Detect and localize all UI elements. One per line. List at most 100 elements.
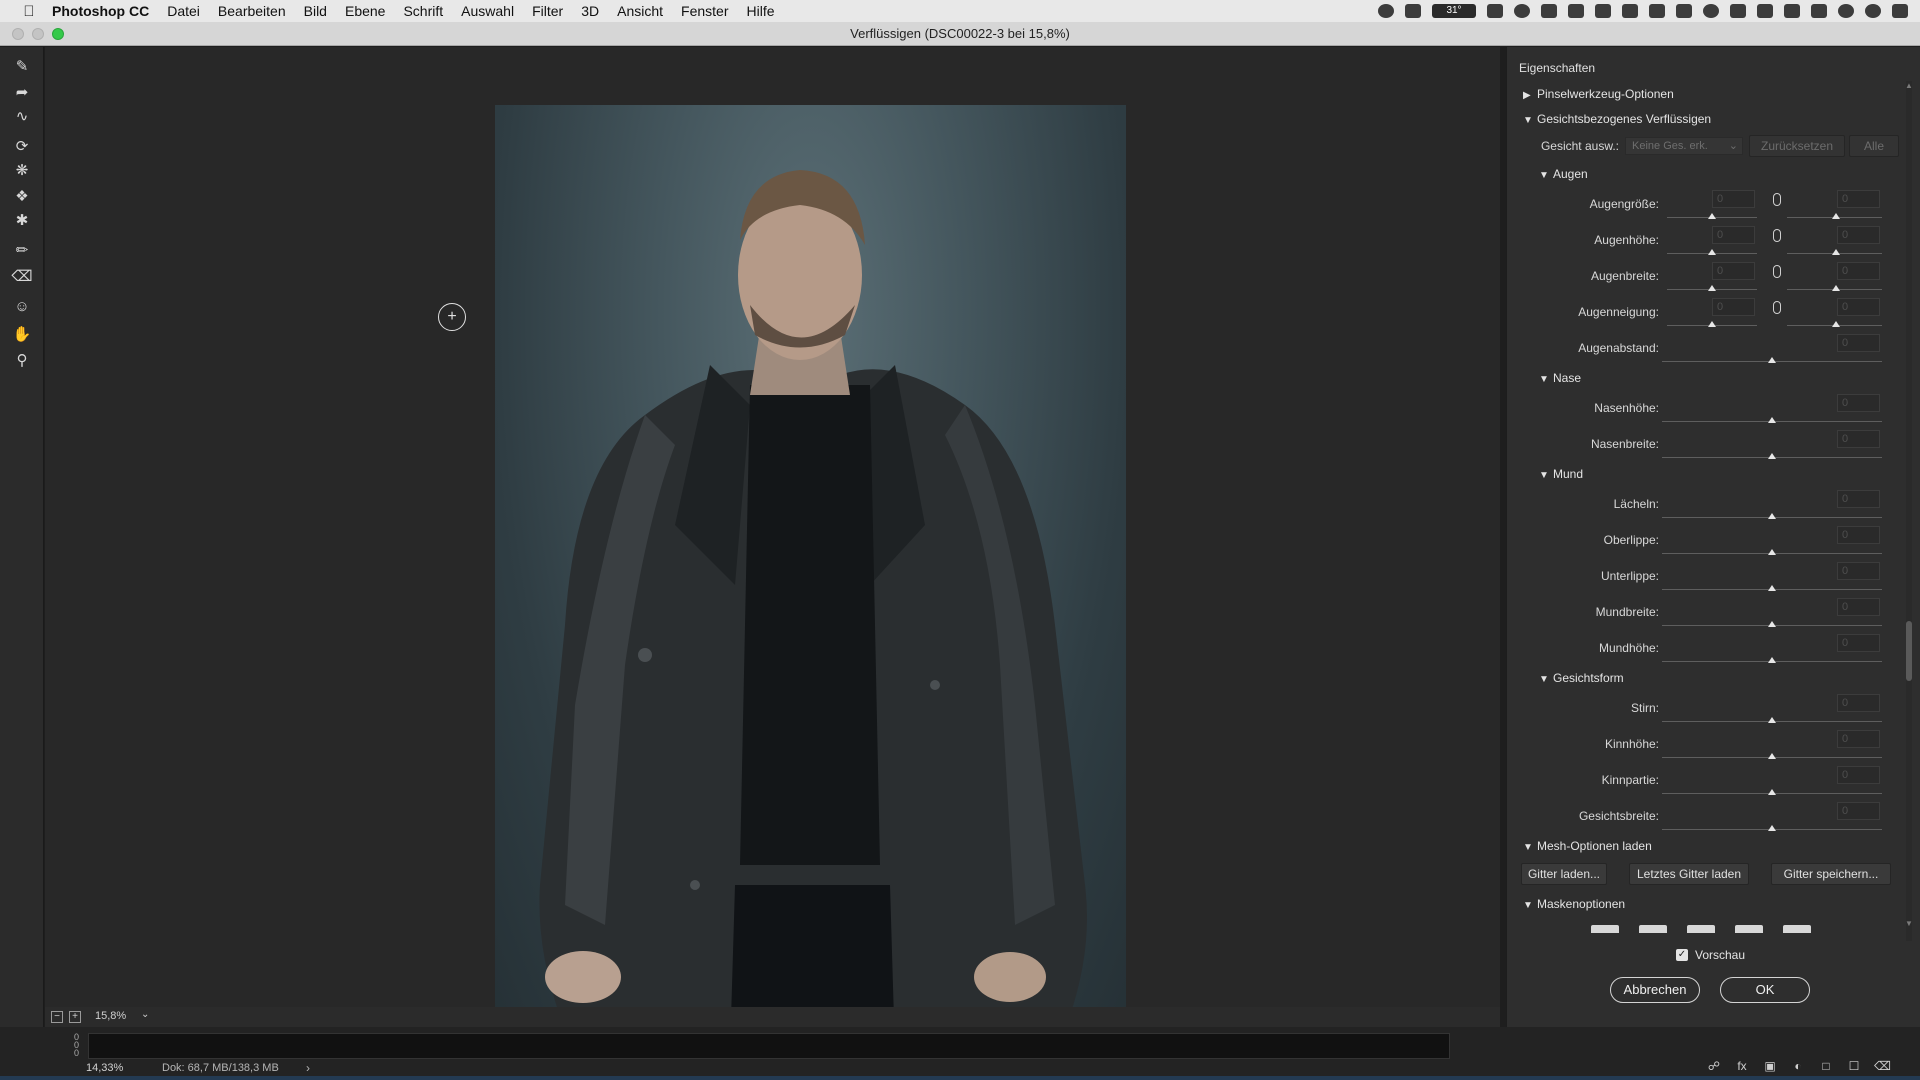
link-icon[interactable] (1773, 265, 1781, 278)
hd-icon[interactable] (1649, 4, 1665, 18)
eye-height-right-thumb[interactable] (1832, 249, 1840, 255)
link-icon[interactable]: ☍ (1706, 1059, 1722, 1073)
eye-size-right-thumb[interactable] (1832, 213, 1840, 219)
link-icon[interactable] (1773, 301, 1781, 314)
app-icon[interactable] (1405, 4, 1421, 18)
bookmark-icon[interactable] (1595, 4, 1611, 18)
forehead-value[interactable]: 0 (1837, 694, 1880, 712)
chin-height-thumb[interactable] (1768, 753, 1776, 759)
eye-tilt-left-value[interactable]: 0 (1712, 298, 1755, 316)
menu-datei[interactable]: Datei (167, 3, 200, 19)
mask-add-icon[interactable] (1639, 925, 1667, 933)
record-icon[interactable] (1378, 4, 1394, 18)
zoom-tool-icon[interactable]: ⚲ (11, 349, 33, 371)
upper-lip-value[interactable]: 0 (1837, 526, 1880, 544)
canvas-area[interactable]: + (45, 47, 1500, 1053)
scroll-down-icon[interactable]: ▼ (1905, 919, 1913, 928)
mouth-height-thumb[interactable] (1768, 657, 1776, 663)
nose-height-value[interactable]: 0 (1837, 394, 1880, 412)
chat-icon[interactable] (1676, 4, 1692, 18)
section-mouth[interactable]: ▼ Mund (1539, 467, 1583, 481)
menu-schrift[interactable]: Schrift (403, 3, 443, 19)
menu-auswahl[interactable]: Auswahl (461, 3, 514, 19)
notification-center-icon[interactable] (1892, 4, 1908, 18)
load-mesh-button[interactable]: Gitter laden... (1521, 863, 1607, 885)
ok-button[interactable]: OK (1720, 977, 1810, 1003)
chevron-right-icon[interactable]: › (306, 1061, 310, 1075)
chevron-down-icon[interactable]: ⌄ (141, 1009, 149, 1020)
menu-fenster[interactable]: Fenster (681, 3, 728, 19)
status-zoom[interactable]: 14,33% (86, 1062, 123, 1074)
menu-ansicht[interactable]: Ansicht (617, 3, 663, 19)
eye-tilt-right-value[interactable]: 0 (1837, 298, 1880, 316)
mask-replace-icon[interactable] (1591, 925, 1619, 933)
evernote-icon[interactable] (1622, 4, 1638, 18)
face-select-dropdown[interactable]: Keine Ges. erk. ⌄ (1625, 137, 1743, 155)
zoom-out-button[interactable]: − (51, 1011, 63, 1023)
jawline-value[interactable]: 0 (1837, 766, 1880, 784)
twirl-tool-icon[interactable]: ⟳ (11, 135, 33, 157)
zoom-in-button[interactable]: + (69, 1011, 81, 1023)
smile-value[interactable]: 0 (1837, 490, 1880, 508)
mouth-width-value[interactable]: 0 (1837, 598, 1880, 616)
reset-button[interactable]: Zurücksetzen (1749, 135, 1845, 157)
menu-filter[interactable]: Filter (532, 3, 563, 19)
forward-warp-tool-icon[interactable]: ✎ (11, 55, 33, 77)
mask-icon[interactable]: ▣ (1762, 1059, 1778, 1073)
reconstruct-tool-icon[interactable]: ➦ (11, 81, 33, 103)
mouth-height-value[interactable]: 0 (1837, 634, 1880, 652)
eye-height-left-thumb[interactable] (1708, 249, 1716, 255)
eye-height-left-value[interactable]: 0 (1712, 226, 1755, 244)
save-mesh-button[interactable]: Gitter speichern... (1771, 863, 1891, 885)
time-machine-icon[interactable] (1703, 4, 1719, 18)
forehead-thumb[interactable] (1768, 717, 1776, 723)
nose-height-thumb[interactable] (1768, 417, 1776, 423)
mask-subtract-icon[interactable] (1687, 925, 1715, 933)
photo-preview[interactable] (495, 105, 1126, 1053)
scrollbar-thumb[interactable] (1906, 621, 1912, 681)
menu-hilfe[interactable]: Hilfe (747, 3, 775, 19)
eye-distance-thumb[interactable] (1768, 357, 1776, 363)
hand-tool-icon[interactable]: ✋ (11, 323, 33, 345)
wifi-icon[interactable] (1757, 4, 1773, 18)
nose-width-value[interactable]: 0 (1837, 430, 1880, 448)
smile-thumb[interactable] (1768, 513, 1776, 519)
eye-width-right-value[interactable]: 0 (1837, 262, 1880, 280)
display-icon[interactable] (1487, 4, 1503, 18)
folder-icon[interactable]: □ (1818, 1059, 1834, 1073)
eye-width-left-value[interactable]: 0 (1712, 262, 1755, 280)
face-width-thumb[interactable] (1768, 825, 1776, 831)
push-left-tool-icon[interactable]: ✱ (11, 209, 33, 231)
eye-height-right-value[interactable]: 0 (1837, 226, 1880, 244)
zoom-value[interactable]: 15,8% (95, 1010, 126, 1022)
eye-width-right-thumb[interactable] (1832, 285, 1840, 291)
upper-lip-thumb[interactable] (1768, 549, 1776, 555)
temperature-badge[interactable]: 31° (1432, 4, 1476, 18)
eye-tilt-left-thumb[interactable] (1708, 321, 1716, 327)
fx-icon[interactable]: fx (1734, 1059, 1750, 1073)
eye-size-left-value[interactable]: 0 (1712, 190, 1755, 208)
mask-intersect-icon[interactable] (1735, 925, 1763, 933)
freeze-mask-tool-icon[interactable]: ✏ (11, 239, 33, 261)
thaw-mask-tool-icon[interactable]: ⌫ (11, 265, 33, 287)
link-icon[interactable] (1773, 193, 1781, 206)
mouth-width-thumb[interactable] (1768, 621, 1776, 627)
scroll-up-icon[interactable]: ▲ (1905, 81, 1913, 90)
menu-bearbeiten[interactable]: Bearbeiten (218, 3, 286, 19)
pucker-tool-icon[interactable]: ❋ (11, 159, 33, 181)
eye-size-left-thumb[interactable] (1708, 213, 1716, 219)
panel-scrollbar[interactable] (1906, 81, 1912, 941)
apple-icon[interactable]:  (20, 3, 38, 20)
cancel-button[interactable]: Abbrechen (1610, 977, 1700, 1003)
eye-tilt-right-thumb[interactable] (1832, 321, 1840, 327)
preview-checkbox[interactable]: ✓ (1676, 949, 1688, 961)
chin-height-value[interactable]: 0 (1837, 730, 1880, 748)
eye-width-left-thumb[interactable] (1708, 285, 1716, 291)
section-face-aware-liquify[interactable]: ▼ Gesichtsbezogenes Verflüssigen (1523, 112, 1711, 126)
dropbox-icon[interactable] (1568, 4, 1584, 18)
bluetooth-icon[interactable] (1730, 4, 1746, 18)
all-button[interactable]: Alle (1849, 135, 1899, 157)
eye-size-right-value[interactable]: 0 (1837, 190, 1880, 208)
app-menu[interactable]: Photoshop CC (52, 3, 149, 19)
section-brush-options[interactable]: ▶ Pinselwerkzeug-Optionen (1523, 87, 1674, 101)
